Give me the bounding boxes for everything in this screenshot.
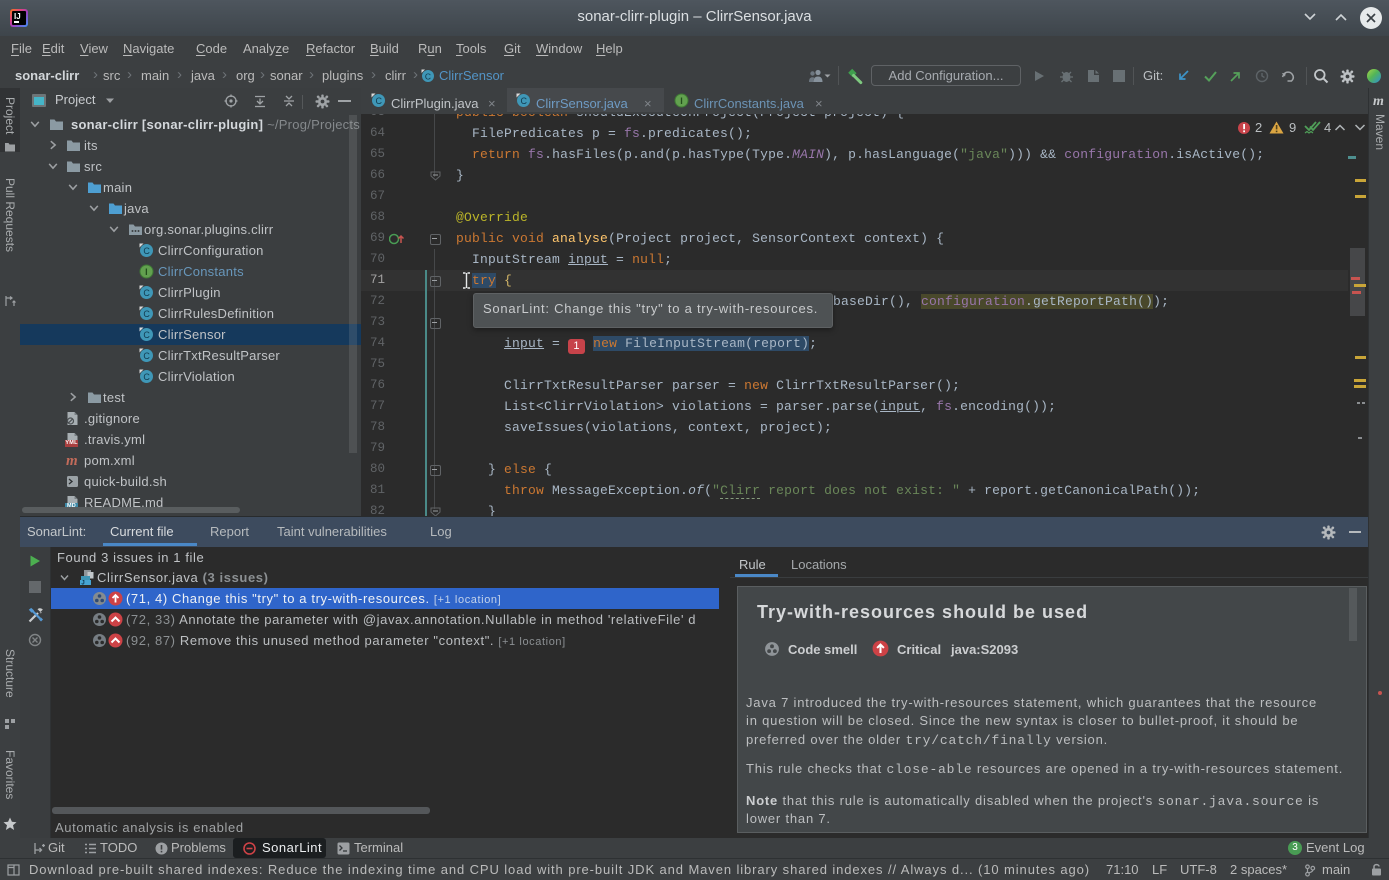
svg-text:C: C xyxy=(143,309,150,319)
svg-text:C: C xyxy=(143,330,150,340)
svg-text:I: I xyxy=(145,267,148,277)
svg-text:J: J xyxy=(81,581,85,586)
svg-text:C: C xyxy=(520,96,527,106)
svg-text:C: C xyxy=(425,72,431,82)
svg-text:C: C xyxy=(143,246,150,256)
svg-text:C: C xyxy=(143,372,150,382)
svg-text:C: C xyxy=(143,288,150,298)
svg-text:I: I xyxy=(680,96,683,106)
svg-text:C: C xyxy=(375,96,382,106)
svg-text:C: C xyxy=(143,351,150,361)
